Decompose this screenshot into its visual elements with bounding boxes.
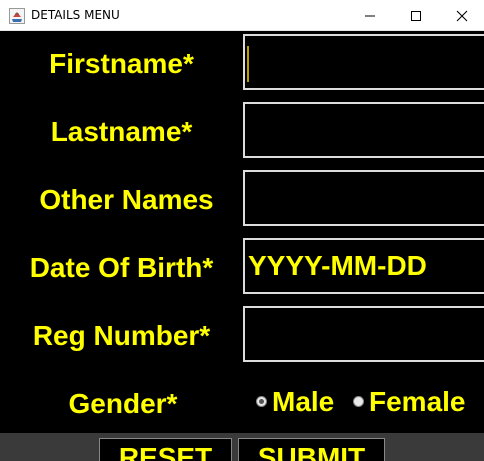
gender-female-radio[interactable] [353, 396, 364, 407]
close-button[interactable] [439, 0, 484, 31]
close-icon [456, 10, 468, 21]
maximize-button[interactable] [393, 0, 439, 31]
gender-label: Gender* [68, 388, 178, 419]
reset-button[interactable]: RESET [99, 438, 232, 461]
window-title: DETAILS MENU [31, 8, 120, 22]
dob-field[interactable]: YYYY-MM-DD [243, 238, 484, 294]
java-cup-icon [9, 8, 25, 24]
dob-label: Date Of Birth* [29, 252, 214, 283]
form-panel: Firstname* Lastname* Other Names Date Of… [0, 31, 484, 433]
dob-value: YYYY-MM-DD [248, 250, 427, 281]
gender-male-radio[interactable] [256, 396, 267, 407]
maximize-icon [411, 10, 421, 21]
submit-button[interactable]: SUBMIT [238, 438, 385, 461]
othernames-label: Other Names [39, 184, 214, 215]
firstname-label: Firstname* [49, 48, 194, 79]
minimize-button[interactable] [347, 0, 393, 31]
othernames-field[interactable] [243, 170, 484, 226]
details-menu-window: DETAILS MENU Firstname* Lastname* Other … [0, 0, 484, 461]
button-bar: RESET SUBMIT [0, 433, 484, 461]
gender-male-label[interactable]: Male [272, 385, 334, 419]
regnumber-field[interactable] [243, 306, 484, 362]
regnumber-label: Reg Number* [32, 320, 211, 351]
lastname-field[interactable] [243, 102, 484, 158]
gender-female-label[interactable]: Female [369, 385, 466, 419]
title-bar: DETAILS MENU [0, 0, 484, 31]
lastname-label: Lastname* [50, 116, 193, 147]
minimize-icon [365, 15, 375, 16]
text-caret [247, 46, 249, 82]
firstname-field[interactable] [243, 34, 484, 90]
